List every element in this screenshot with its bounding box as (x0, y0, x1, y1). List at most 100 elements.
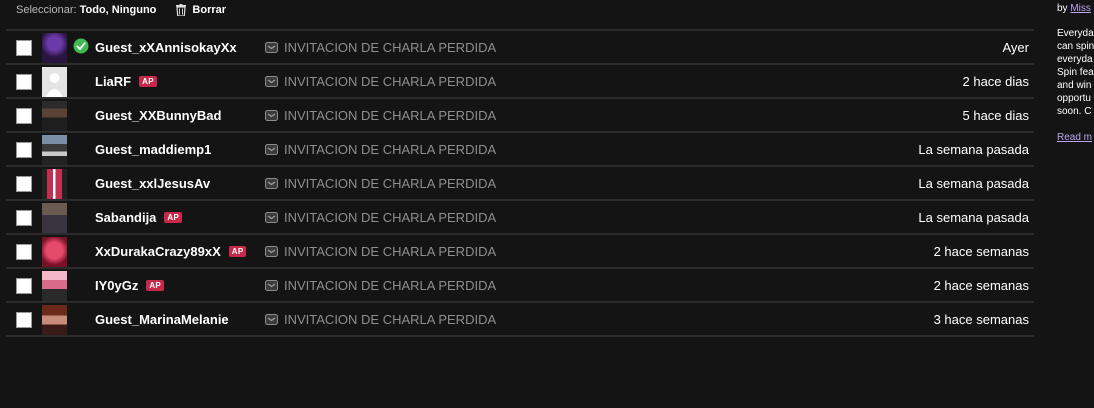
message-subject-text: INVITACION DE CHARLA PERDIDA (284, 278, 497, 293)
message-subject[interactable]: INVITACION DE CHARLA PERDIDA (265, 176, 496, 191)
message-row[interactable]: Guest_xXAnnisokayXx INVITACION DE CHARLA … (6, 29, 1034, 63)
message-row[interactable]: LiaRF AP INVITACION DE CHARLA PERDIDA 2 hac… (6, 63, 1034, 97)
message-checkbox[interactable] (16, 176, 32, 192)
messages-page: Seleccionar: Todo , Ninguno Borrar Guest… (0, 0, 1094, 408)
description-line: soon. C (1057, 106, 1092, 117)
message-checkbox[interactable] (16, 244, 32, 260)
ap-badge: AP (139, 76, 157, 87)
byline: by Miss (1057, 2, 1094, 15)
description-line: and win (1057, 80, 1092, 91)
sender-name-text: IY0yGz (95, 278, 139, 293)
message-date: Ayer (1002, 40, 1030, 55)
message-icon (265, 212, 278, 223)
message-subject[interactable]: INVITACION DE CHARLA PERDIDA (265, 210, 496, 225)
message-icon (265, 76, 278, 87)
message-subject-text: INVITACION DE CHARLA PERDIDA (284, 176, 497, 191)
sender-name-text: XxDurakaCrazy89xX (95, 244, 221, 259)
byline-prefix: by (1057, 3, 1068, 14)
sender-name[interactable]: IY0yGz AP (95, 278, 165, 293)
ap-badge: AP (228, 246, 247, 257)
message-checkbox[interactable] (16, 210, 32, 226)
message-checkbox[interactable] (16, 74, 32, 90)
select-none-link[interactable]: Ninguno (112, 4, 157, 16)
avatar[interactable] (42, 203, 67, 233)
message-subject[interactable]: INVITACION DE CHARLA PERDIDA (265, 312, 496, 327)
avatar[interactable] (42, 305, 67, 335)
delete-label: Borrar (192, 4, 227, 16)
sender-name[interactable]: Guest_xXAnnisokayXx (95, 40, 237, 55)
check-circle-icon (73, 38, 89, 54)
sender-name-text: Guest_maddiemp1 (95, 142, 212, 157)
sidebar-article: by Miss Everyda can spin everyda Spin fea an… (1057, 0, 1094, 144)
description-line: everyda (1057, 54, 1093, 65)
select-prefix-label: Seleccionar: (16, 4, 77, 16)
message-checkbox[interactable] (16, 108, 32, 124)
message-subject[interactable]: INVITACION DE CHARLA PERDIDA (265, 278, 496, 293)
message-subject-text: INVITACION DE CHARLA PERDIDA (284, 210, 497, 225)
message-subject[interactable]: INVITACION DE CHARLA PERDIDA (265, 108, 496, 123)
message-list: Guest_xXAnnisokayXx INVITACION DE CHARLA … (6, 29, 1034, 337)
delete-button[interactable]: Borrar (176, 4, 226, 16)
description-line: opportu (1057, 93, 1091, 104)
message-icon (265, 314, 278, 325)
message-date: 2 hace dias (962, 74, 1030, 89)
avatar[interactable] (42, 271, 67, 301)
message-icon (265, 280, 278, 291)
message-date: 5 hace dias (962, 108, 1030, 123)
avatar[interactable] (42, 237, 67, 267)
message-icon (265, 42, 278, 53)
message-row[interactable]: XxDurakaCrazy89xX AP INVITACION DE CHARLA … (6, 233, 1034, 267)
message-subject-text: INVITACION DE CHARLA PERDIDA (284, 74, 497, 89)
article-description: Everyda can spin everyda Spin fea and win opp… (1057, 27, 1094, 118)
sender-name-text: Guest_xxlJesusAv (95, 176, 211, 191)
message-date: La semana pasada (918, 176, 1029, 191)
message-checkbox[interactable] (16, 40, 32, 56)
message-checkbox[interactable] (16, 312, 32, 328)
sender-name[interactable]: Guest_XXBunnyBad (95, 108, 221, 123)
read-more-link[interactable]: Read m (1057, 131, 1094, 144)
message-row[interactable]: Guest_XXBunnyBad INVITACION DE CHARLA PER… (6, 97, 1034, 131)
message-row[interactable]: IY0yGz AP INVITACION DE CHARLA PERDIDA 2 ha… (6, 267, 1034, 301)
message-subject-text: INVITACION DE CHARLA PERDIDA (284, 142, 497, 157)
message-icon (265, 144, 278, 155)
sender-name[interactable]: XxDurakaCrazy89xX AP (95, 244, 247, 259)
avatar[interactable] (42, 67, 67, 97)
message-icon (265, 178, 278, 189)
ap-badge: AP (164, 212, 183, 223)
avatar[interactable] (42, 135, 67, 165)
message-row[interactable]: Guest_xxlJesusAv INVITACION DE CHARLA PER… (6, 165, 1034, 199)
message-checkbox[interactable] (16, 142, 32, 158)
sender-name[interactable]: Guest_MarinaMelanie (95, 312, 229, 327)
sender-name[interactable]: LiaRF AP (95, 74, 157, 89)
message-icon (265, 110, 278, 121)
ap-badge: AP (146, 280, 165, 291)
trash-icon (176, 4, 187, 16)
message-row[interactable]: Guest_maddiemp1 INVITACION DE CHARLA PERD… (6, 131, 1034, 165)
message-subject[interactable]: INVITACION DE CHARLA PERDIDA (265, 74, 496, 89)
message-subject[interactable]: INVITACION DE CHARLA PERDIDA (265, 142, 496, 157)
message-row[interactable]: Sabandija AP INVITACION DE CHARLA PERDIDA L… (6, 199, 1034, 233)
select-separator: , (105, 4, 109, 16)
sender-name-text: Guest_xXAnnisokayXx (95, 40, 237, 55)
sender-name-text: Guest_XXBunnyBad (95, 108, 222, 123)
author-link[interactable]: Miss (1070, 3, 1091, 14)
sender-name[interactable]: Sabandija AP (95, 210, 183, 225)
avatar[interactable] (42, 33, 67, 63)
message-row[interactable]: Guest_MarinaMelanie INVITACION DE CHARLA … (6, 301, 1034, 337)
sender-name-text: Sabandija (95, 210, 157, 225)
avatar[interactable] (42, 101, 67, 131)
message-subject-text: INVITACION DE CHARLA PERDIDA (284, 40, 497, 55)
message-date: 2 hace semanas (933, 244, 1029, 259)
select-all-link[interactable]: Todo (80, 4, 106, 16)
avatar[interactable] (42, 169, 67, 199)
message-date: 2 hace semanas (933, 278, 1029, 293)
message-checkbox[interactable] (16, 278, 32, 294)
message-subject[interactable]: INVITACION DE CHARLA PERDIDA (265, 40, 496, 55)
message-subject-text: INVITACION DE CHARLA PERDIDA (284, 244, 497, 259)
description-line: can spin (1057, 41, 1094, 52)
sender-name[interactable]: Guest_maddiemp1 (95, 142, 211, 157)
message-subject[interactable]: INVITACION DE CHARLA PERDIDA (265, 244, 496, 259)
sender-name[interactable]: Guest_xxlJesusAv (95, 176, 210, 191)
description-line: Everyda (1057, 28, 1094, 39)
sender-name-text: Guest_MarinaMelanie (95, 312, 229, 327)
